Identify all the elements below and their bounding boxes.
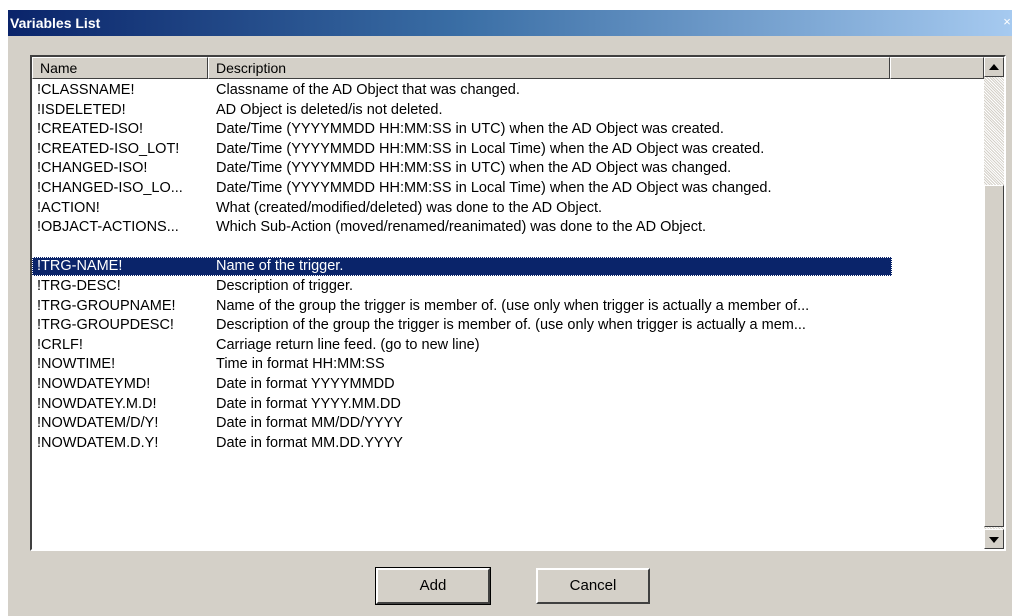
variable-description: Date/Time (YYYYMMDD HH:MM:SS in UTC) whe… (216, 160, 732, 177)
variable-description: AD Object is deleted/is not deleted. (216, 101, 443, 118)
variable-description: Date in format MM.DD.YYYY (216, 434, 403, 451)
variable-name: !NOWTIME! (37, 356, 116, 373)
variable-name: !CREATED-ISO! (37, 121, 144, 138)
list-item[interactable]: !NOWTIME! Time in format HH:MM:SS (32, 355, 892, 374)
variable-description: Which Sub-Action (moved/renamed/reanimat… (216, 219, 707, 236)
list-header: Name Description (32, 57, 984, 79)
variable-description: Date in format YYYY.MM.DD (216, 395, 401, 412)
variable-name: !CHANGED-ISO_LO... (37, 180, 183, 196)
variable-description: Date in format MM/DD/YYYY (216, 415, 403, 432)
scroll-up-button[interactable] (984, 57, 1004, 77)
variable-description: Carriage return line feed. (go to new li… (216, 336, 480, 353)
list-item[interactable]: !NOWDATEM.D.Y! Date in format MM.DD.YYYY (32, 434, 892, 453)
list-item[interactable]: !CREATED-ISO_LOT! Date/Time (YYYYMMDD HH:… (32, 140, 892, 159)
list-item[interactable]: !NOWDATEY.M.D! Date in format YYYY.MM.DD (32, 395, 892, 414)
variable-name: !CLASSNAME! (37, 82, 135, 98)
list-item[interactable]: !OBJACT-ACTIONS... Which Sub-Action (move… (32, 218, 892, 237)
variable-description: Description of trigger. (216, 278, 354, 294)
variable-name: !CREATED-ISO_LOT! (37, 140, 180, 157)
column-header-name[interactable]: Name (32, 57, 208, 79)
title-bar: Variables List (8, 10, 1012, 36)
list-item[interactable]: !NOWDATEYMD! Date in format YYYYMMDD (32, 375, 892, 394)
list-item[interactable]: !TRG-GROUPNAME! Name of the group the tri… (32, 297, 892, 316)
cancel-button[interactable]: Cancel (536, 568, 650, 604)
variables-list-dialog: Variables List Name Description !CLASSNA… (8, 10, 1012, 616)
scroll-down-button[interactable] (984, 529, 1004, 549)
list-item[interactable]: !TRG-GROUPDESC! Description of the group … (32, 316, 892, 335)
list-item[interactable]: !CHANGED-ISO! Date/Time (YYYYMMDD HH:MM:S… (32, 159, 892, 178)
variable-name: !NOWDATEM/D/Y! (37, 415, 159, 432)
column-header-empty[interactable] (890, 57, 984, 79)
scroll-thumb[interactable] (984, 185, 1004, 527)
list-item[interactable]: !TRG-DESC! Description of trigger. (32, 277, 892, 296)
variable-description: Date/Time (YYYYMMDD HH:MM:SS in UTC) whe… (216, 121, 724, 138)
list-item[interactable]: !CHANGED-ISO_LO... Date/Time (YYYYMMDD HH… (32, 179, 892, 198)
variable-name: !CRLF! (37, 336, 83, 353)
variable-name: !OBJACT-ACTIONS... (37, 219, 179, 236)
variable-description: Time in format HH:MM:SS (216, 356, 385, 373)
add-button[interactable]: Add (375, 567, 491, 605)
list-item[interactable] (32, 238, 892, 257)
variable-name: !ACTION! (37, 199, 100, 216)
vertical-scrollbar[interactable] (984, 57, 1004, 549)
list-item[interactable]: !ISDELETED! AD Object is deleted/is not d… (32, 101, 892, 120)
window-title: Variables List (10, 15, 101, 31)
variable-description: Classname of the AD Object that was chan… (216, 82, 520, 98)
arrow-down-icon (989, 537, 999, 543)
variable-name: !TRG-DESC! (37, 278, 121, 294)
variable-description: Name of the trigger. (216, 258, 344, 275)
variable-name: !CHANGED-ISO! (37, 160, 148, 177)
list-item[interactable]: !CLASSNAME! Classname of the AD Object th… (32, 81, 892, 100)
variable-name: !TRG-GROUPDESC! (37, 317, 174, 334)
list-item[interactable]: !NOWDATEM/D/Y! Date in format MM/DD/YYYY (32, 414, 892, 433)
list-item[interactable]: !CRLF! Carriage return line feed. (go to … (32, 336, 892, 355)
list-item[interactable]: !ACTION! What (created/modified/deleted) … (32, 199, 892, 218)
variables-listview[interactable]: Name Description !CLASSNAME! Classname of… (30, 55, 1006, 551)
list-item[interactable]: !CREATED-ISO! Date/Time (YYYYMMDD HH:MM:S… (32, 120, 892, 139)
variable-description: Name of the group the trigger is member … (216, 297, 810, 314)
close-icon[interactable]: × (1000, 14, 1012, 30)
variable-name: !NOWDATEYMD! (37, 376, 151, 392)
variable-name: !NOWDATEM.D.Y! (37, 434, 159, 451)
column-header-description[interactable]: Description (208, 57, 890, 79)
list-item[interactable]: !TRG-NAME! Name of the trigger. (32, 257, 892, 277)
variable-name: !ISDELETED! (37, 101, 126, 118)
variable-description: Description of the group the trigger is … (216, 317, 806, 334)
variable-name: !TRG-GROUPNAME! (37, 297, 176, 314)
variable-description: What (created/modified/deleted) was done… (216, 199, 603, 216)
variable-name: !NOWDATEY.M.D! (37, 395, 157, 412)
variable-description: Date in format YYYYMMDD (216, 376, 395, 392)
variable-description: Date/Time (YYYYMMDD HH:MM:SS in Local Ti… (216, 140, 765, 157)
arrow-up-icon (989, 64, 999, 70)
variable-name: !TRG-NAME! (37, 258, 123, 275)
variable-description: Date/Time (YYYYMMDD HH:MM:SS in Local Ti… (216, 180, 772, 196)
